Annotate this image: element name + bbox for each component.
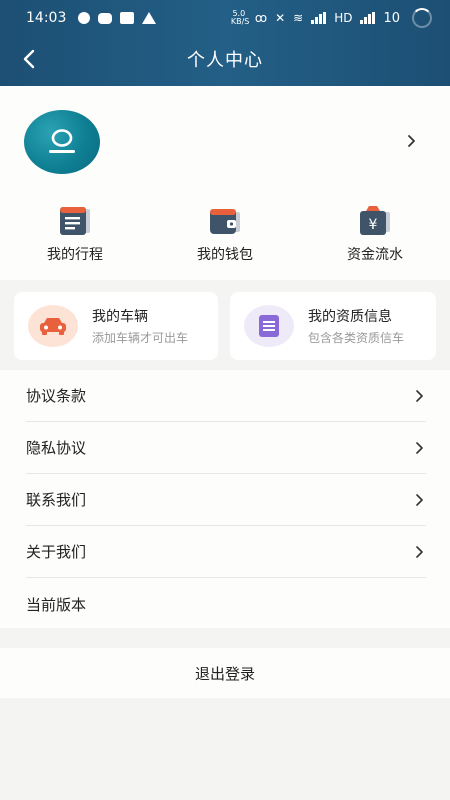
warning-icon (142, 12, 157, 24)
document-icon (259, 315, 279, 337)
feature-subtitle: 添加车辆才可出车 (92, 331, 189, 345)
quick-item-itinerary[interactable]: 我的行程 (0, 200, 150, 270)
status-bar: 14:03 5.0 KB/S ꝏ ✕ ≋ HD 10 (0, 0, 450, 36)
page-title: 个人中心 (187, 50, 263, 71)
back-arrow-icon (23, 49, 35, 69)
feature-subtitle: 包含各类资质信车 (308, 331, 405, 345)
chevron-right-icon (416, 494, 423, 506)
status-left: 14:03 (26, 8, 157, 26)
profile-card: 我的行程 我的钱包 ¥ 资金流水 (0, 86, 450, 280)
feature-title: 我的资质信息 (308, 309, 392, 325)
quick-actions: 我的行程 我的钱包 ¥ 资金流水 (0, 200, 450, 270)
profile-chevron-icon[interactable] (404, 134, 418, 148)
status-time: 14:03 (26, 10, 67, 26)
feature-text: 我的车辆 添加车辆才可出车 (92, 306, 188, 346)
document-icon-badge (244, 305, 294, 347)
quick-item-label: 我的行程 (47, 247, 103, 263)
network-speed: 5.0 KB/S (230, 9, 250, 26)
chevron-right-icon (416, 442, 423, 454)
signal-icon-2 (360, 12, 376, 24)
user-icon (49, 129, 75, 153)
chevron-right-icon (416, 546, 423, 558)
settings-menu: 协议条款 隐私协议 联系我们 关于我们 当前版本 (0, 370, 450, 628)
feature-cards: 我的车辆 添加车辆才可出车 我的资质信息 包含各类资质信车 (0, 280, 450, 370)
feature-title: 我的车辆 (92, 309, 148, 325)
my-vehicle-card[interactable]: 我的车辆 添加车辆才可出车 (14, 292, 218, 360)
app-notification-icon (120, 12, 135, 24)
mute-icon: ✕ (275, 11, 286, 25)
nav-bar: 个人中心 (0, 36, 450, 82)
menu-item-label: 协议条款 (26, 387, 87, 405)
quick-item-label: 资金流水 (347, 247, 403, 263)
battery-level: 10 (383, 10, 400, 26)
menu-item-label: 关于我们 (26, 543, 87, 561)
car-icon-badge (28, 305, 78, 347)
svg-text:¥: ¥ (369, 217, 378, 233)
avatar[interactable] (24, 110, 100, 174)
yuan-bag-icon: ¥ (360, 206, 390, 235)
menu-item-version[interactable]: 当前版本 (26, 578, 426, 630)
feature-text: 我的资质信息 包含各类资质信车 (308, 306, 404, 346)
menu-item-label: 联系我们 (26, 491, 87, 509)
logout-label: 退出登录 (194, 664, 255, 683)
network-type: HD (334, 11, 353, 25)
app-header: 14:03 5.0 KB/S ꝏ ✕ ≋ HD 10 个人中心 (0, 0, 450, 86)
menu-item-about[interactable]: 关于我们 (26, 526, 426, 578)
qualification-card[interactable]: 我的资质信息 包含各类资质信车 (230, 292, 436, 360)
quick-item-fund-flow[interactable]: ¥ 资金流水 (300, 200, 450, 270)
quick-item-wallet[interactable]: 我的钱包 (150, 200, 300, 270)
menu-item-privacy[interactable]: 隐私协议 (26, 422, 426, 474)
chevron-right-icon (416, 390, 423, 402)
notification-dot-icon (78, 12, 91, 24)
menu-item-contact[interactable]: 联系我们 (26, 474, 426, 526)
bluetooth-icon: ꝏ (254, 11, 268, 25)
loading-ring-icon (412, 8, 432, 28)
status-right: 5.0 KB/S ꝏ ✕ ≋ HD 10 (231, 8, 432, 28)
car-icon (40, 318, 66, 335)
menu-item-label: 当前版本 (26, 595, 87, 614)
menu-item-label: 隐私协议 (26, 439, 87, 457)
itinerary-icon (60, 207, 90, 235)
back-button[interactable] (14, 42, 44, 76)
chat-icon (98, 8, 113, 24)
logout-button[interactable]: 退出登录 (0, 648, 450, 698)
menu-item-terms[interactable]: 协议条款 (26, 370, 426, 422)
wallet-icon (210, 209, 240, 234)
quick-item-label: 我的钱包 (197, 247, 253, 263)
signal-icon (311, 12, 327, 24)
wifi-icon: ≋ (293, 11, 304, 25)
